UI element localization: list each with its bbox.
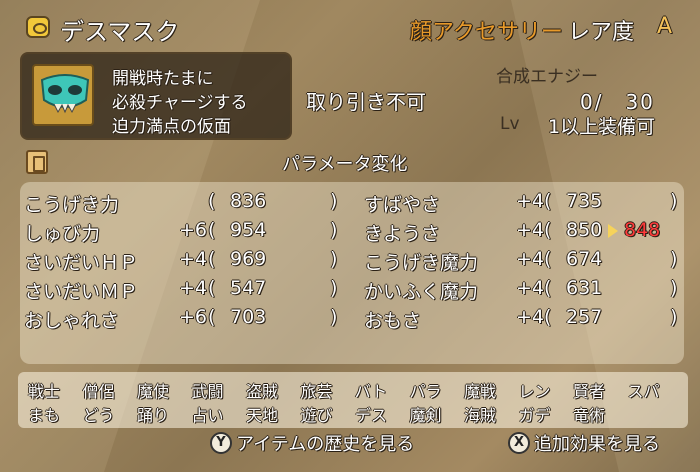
param-open-paren: ( — [544, 190, 552, 212]
level-label: Lv — [500, 114, 520, 134]
param-close-paren: ) — [330, 248, 338, 270]
param-bonus: +6 — [179, 306, 208, 328]
rarity-value: A — [657, 14, 673, 39]
job-label: 戦士 — [27, 382, 60, 401]
param-close-paren: ) — [330, 190, 338, 212]
job-label: まも — [27, 406, 60, 425]
param-value: 735 — [566, 190, 603, 212]
job-label: 踊り — [136, 406, 169, 425]
job-label: 武闘 — [191, 382, 224, 401]
job-label: 竜術 — [572, 406, 605, 425]
param-open-paren: ( — [208, 306, 216, 328]
item-description-line: 迫力満点の仮面 — [112, 117, 231, 137]
y-button-icon[interactable]: Y — [210, 432, 232, 454]
job-label: 海賊 — [463, 406, 496, 425]
synthesis-energy-value: 0/ 30 — [580, 90, 655, 114]
job-label: バト — [354, 382, 388, 401]
item-category: 顔アクセサリー — [410, 20, 563, 45]
job-label: ガデ — [518, 406, 551, 425]
param-name: しゅび力 — [24, 223, 101, 245]
param-bonus: +4 — [516, 190, 545, 212]
param-open-paren: ( — [544, 248, 552, 270]
item-description-line: 必殺チャージする — [112, 93, 248, 113]
param-open-paren: ( — [544, 306, 552, 328]
item-description-line: 開戦時たまに — [112, 69, 214, 89]
job-label: 旅芸 — [300, 382, 333, 401]
level-requirement: 1以上装備可 — [548, 116, 656, 138]
param-value: 969 — [230, 248, 267, 270]
param-bonus: +4 — [516, 248, 545, 270]
param-name: さいだいＭＰ — [24, 281, 139, 303]
job-label: どう — [82, 406, 115, 425]
param-name: すばやさ — [364, 194, 441, 216]
param-name: こうげき魔力 — [364, 252, 479, 274]
x-button-icon[interactable]: X — [508, 432, 530, 454]
job-label: 賢者 — [572, 382, 605, 401]
param-close-paren: ) — [670, 277, 678, 299]
param-value: 547 — [230, 277, 267, 299]
param-value: 850 — [566, 219, 603, 241]
param-bonus: +4 — [516, 277, 545, 299]
param-bonus: +4 — [179, 277, 208, 299]
death-mask-icon — [32, 64, 94, 126]
job-label: レン — [518, 382, 551, 401]
job-label: 魔使 — [136, 382, 169, 401]
param-value: 703 — [230, 306, 267, 328]
accessory-category-icon — [26, 16, 50, 38]
item-name: デスマスク — [60, 18, 180, 46]
param-close-paren: ) — [330, 306, 338, 328]
param-bonus: +4 — [179, 248, 208, 270]
param-name: こうげき力 — [24, 194, 120, 216]
synthesis-energy-label: 合成エナジー — [496, 67, 598, 87]
param-name: さいだいＨＰ — [24, 252, 139, 274]
param-name: おもさ — [364, 310, 422, 332]
param-value: 674 — [566, 248, 603, 270]
param-open-paren: ( — [544, 219, 552, 241]
job-label: 僧侶 — [82, 382, 115, 401]
param-close-paren: ) — [670, 306, 678, 328]
parameter-book-icon — [26, 150, 48, 174]
param-open-paren: ( — [544, 277, 552, 299]
job-label: 占い — [191, 406, 224, 425]
item-detail-screen: デスマスク 顔アクセサリー レア度 A 開戦時たまに 必殺チャージする 迫力満点… — [0, 0, 700, 472]
trade-status: 取り引き不可 — [306, 90, 426, 114]
param-bonus: +6 — [179, 219, 208, 241]
parameter-title: パラメータ変化 — [282, 154, 408, 175]
param-name: かいふく魔力 — [364, 281, 479, 303]
rarity-label: レア度 — [568, 20, 635, 45]
job-label: 遊び — [300, 406, 333, 425]
param-open-paren: ( — [208, 190, 216, 212]
item-history-action[interactable]: アイテムの歴史を見る — [236, 430, 414, 456]
job-label: パラ — [409, 382, 442, 401]
param-close-paren: ) — [330, 277, 338, 299]
param-open-paren: ( — [208, 248, 216, 270]
change-arrow-icon — [608, 224, 618, 238]
param-close-paren: ) — [670, 248, 678, 270]
param-close-paren: ) — [330, 219, 338, 241]
additional-effects-action[interactable]: 追加効果を見る — [534, 430, 660, 456]
param-value: 631 — [566, 277, 603, 299]
job-label: 魔剣 — [409, 406, 442, 425]
job-label: デス — [354, 406, 387, 425]
job-label: 盗賊 — [245, 382, 278, 401]
param-name: きようさ — [364, 223, 441, 245]
param-value: 257 — [566, 306, 603, 328]
param-close-paren: ) — [670, 190, 678, 212]
job-label: 魔戦 — [463, 382, 496, 401]
param-bonus: +4 — [516, 306, 545, 328]
param-value: 954 — [230, 219, 267, 241]
param-open-paren: ( — [208, 277, 216, 299]
job-label: スパ — [627, 382, 660, 401]
param-value: 836 — [230, 190, 267, 212]
param-name: おしゃれさ — [24, 310, 120, 332]
param-new-value: 848 — [624, 219, 661, 241]
job-label: 天地 — [245, 406, 278, 425]
param-bonus: +4 — [516, 219, 545, 241]
param-open-paren: ( — [208, 219, 216, 241]
